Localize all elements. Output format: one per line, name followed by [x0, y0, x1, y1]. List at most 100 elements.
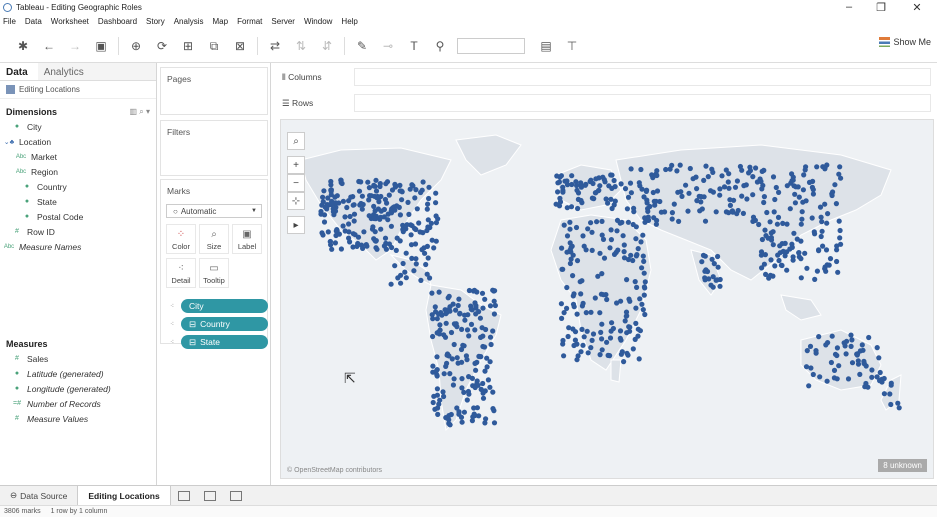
rows-drop-zone[interactable]: [354, 94, 931, 112]
location-mark[interactable]: [487, 384, 493, 390]
location-mark[interactable]: [346, 221, 352, 227]
location-mark[interactable]: [865, 384, 871, 390]
location-mark[interactable]: [717, 192, 723, 198]
location-mark[interactable]: [473, 303, 479, 309]
location-mark[interactable]: [869, 374, 875, 380]
location-mark[interactable]: [488, 341, 494, 348]
location-mark[interactable]: [433, 190, 439, 196]
location-mark[interactable]: [834, 258, 840, 265]
back-arrow-icon[interactable]: ←: [40, 37, 58, 55]
location-mark[interactable]: [735, 207, 741, 214]
location-mark[interactable]: [801, 172, 807, 178]
location-mark[interactable]: [574, 187, 580, 193]
location-mark[interactable]: [819, 219, 825, 225]
location-mark[interactable]: [881, 391, 888, 397]
location-mark[interactable]: [589, 247, 595, 253]
location-mark[interactable]: [412, 225, 418, 232]
location-mark[interactable]: [403, 250, 409, 256]
location-mark[interactable]: [360, 245, 366, 251]
location-mark[interactable]: [780, 248, 786, 254]
location-mark[interactable]: [708, 188, 714, 194]
location-mark[interactable]: [560, 189, 566, 195]
location-mark[interactable]: [808, 365, 814, 371]
location-mark[interactable]: [639, 265, 645, 271]
location-mark[interactable]: [459, 385, 465, 391]
location-mark[interactable]: [464, 397, 470, 403]
location-mark[interactable]: [490, 389, 496, 395]
location-mark[interactable]: [397, 212, 403, 218]
location-mark[interactable]: [701, 177, 707, 183]
location-mark[interactable]: [818, 233, 824, 240]
location-mark[interactable]: [333, 232, 339, 239]
location-mark[interactable]: [413, 256, 419, 262]
location-mark[interactable]: [581, 243, 587, 249]
location-mark[interactable]: [555, 180, 561, 186]
location-mark[interactable]: [399, 197, 405, 203]
location-mark[interactable]: [653, 198, 659, 204]
location-mark[interactable]: [758, 249, 765, 255]
location-mark[interactable]: [750, 192, 756, 198]
location-mark[interactable]: [741, 183, 747, 189]
location-mark[interactable]: [767, 219, 773, 225]
location-mark[interactable]: [374, 195, 380, 201]
location-mark[interactable]: [683, 182, 689, 188]
location-mark[interactable]: [426, 195, 432, 202]
location-mark[interactable]: [382, 196, 388, 203]
location-mark[interactable]: [625, 219, 631, 225]
location-mark[interactable]: [320, 194, 326, 200]
location-mark[interactable]: [637, 296, 643, 302]
location-mark[interactable]: [667, 166, 673, 172]
location-mark[interactable]: [482, 296, 488, 302]
location-mark[interactable]: [831, 375, 838, 381]
field-measure-values[interactable]: # Measure Values: [0, 411, 156, 426]
location-mark[interactable]: [597, 310, 603, 316]
location-mark[interactable]: [792, 200, 798, 206]
new-data-source-icon[interactable]: ⊕: [127, 37, 145, 55]
location-mark[interactable]: [713, 209, 719, 215]
location-mark[interactable]: [764, 209, 770, 216]
location-mark[interactable]: [338, 246, 344, 252]
location-mark[interactable]: [888, 382, 894, 388]
menu-window[interactable]: Window: [304, 17, 332, 26]
location-mark[interactable]: [759, 236, 765, 243]
location-mark[interactable]: [831, 367, 838, 373]
location-mark[interactable]: [491, 420, 498, 426]
expand-toolbar-icon[interactable]: ▸: [287, 216, 305, 234]
location-mark[interactable]: [823, 247, 830, 253]
location-mark[interactable]: [558, 301, 564, 307]
location-mark[interactable]: [744, 196, 750, 202]
location-mark[interactable]: [725, 179, 731, 185]
location-mark[interactable]: [430, 333, 436, 340]
location-mark[interactable]: [709, 166, 715, 172]
location-mark[interactable]: [369, 226, 376, 232]
location-mark[interactable]: [859, 342, 865, 348]
location-mark[interactable]: [340, 198, 346, 204]
location-mark[interactable]: [490, 328, 496, 334]
location-mark[interactable]: [715, 264, 721, 270]
location-mark[interactable]: [463, 353, 469, 359]
location-mark[interactable]: [366, 197, 372, 203]
location-mark[interactable]: [645, 217, 652, 223]
location-mark[interactable]: [327, 239, 333, 245]
minimize-icon[interactable]: –: [836, 0, 862, 14]
location-mark[interactable]: [874, 374, 880, 380]
location-mark[interactable]: [351, 202, 357, 208]
location-mark[interactable]: [837, 164, 843, 170]
location-mark[interactable]: [561, 353, 567, 359]
field-postal-code[interactable]: ● Postal Code: [0, 209, 156, 224]
location-mark[interactable]: [624, 206, 630, 212]
location-mark[interactable]: [405, 199, 411, 205]
location-mark[interactable]: [849, 337, 855, 343]
location-mark[interactable]: [621, 242, 627, 248]
location-mark[interactable]: [404, 222, 410, 228]
location-mark[interactable]: [789, 241, 795, 247]
location-mark[interactable]: [392, 263, 398, 269]
location-mark[interactable]: [619, 219, 625, 225]
field-longitude[interactable]: ● Longitude (generated): [0, 381, 156, 396]
field-row-id[interactable]: # Row ID: [0, 224, 156, 239]
location-mark[interactable]: [478, 386, 484, 392]
location-mark[interactable]: [845, 376, 852, 382]
location-mark[interactable]: [443, 320, 449, 326]
location-mark[interactable]: [639, 186, 645, 192]
rows-shelf[interactable]: ☰ Rows: [274, 92, 937, 114]
